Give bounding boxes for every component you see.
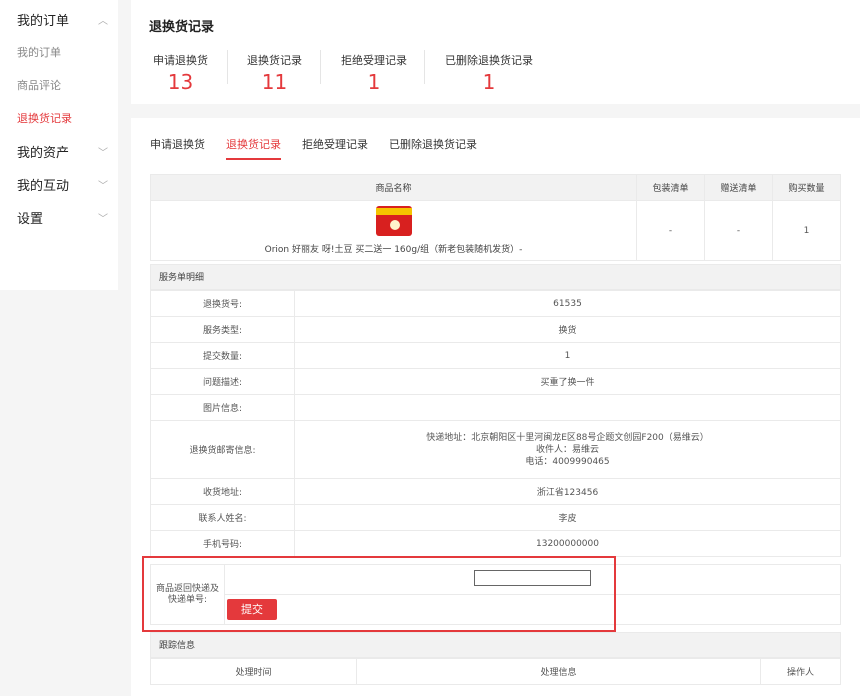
table-row: 问题描述: 买重了换一件 (150, 368, 841, 395)
nav-group-label: 设置 (17, 212, 44, 227)
detail-value (294, 394, 841, 421)
table-row: 退换货号: 61535 (150, 290, 841, 317)
detail-key: 提交数量: (150, 342, 295, 369)
packing-cell: - (636, 200, 705, 261)
stat-label: 申请退换货 (153, 54, 208, 67)
detail-value: 李皮 (294, 504, 841, 531)
detail-key: 服务类型: (150, 316, 295, 343)
mail-address: 快递地址：北京朝阳区十里河闽龙E区88号企题文创园F200（易维云） (426, 432, 709, 443)
chevron-up-icon: ︿ (98, 16, 108, 27)
table-row: 联系人姓名: 李皮 (150, 504, 841, 531)
detail-value: 浙江省123456 (294, 478, 841, 505)
stat-rejected-records[interactable]: 拒绝受理记录 1 (341, 52, 407, 94)
table-row: 服务类型: 换货 (150, 316, 841, 343)
tab-return-records[interactable]: 退换货记录 (226, 136, 281, 160)
chevron-down-icon: ﹀ (98, 148, 108, 159)
column-header: 包装清单 (636, 174, 705, 201)
stat-value: 1 (367, 70, 381, 94)
divider (320, 50, 321, 84)
detail-value: 61535 (294, 290, 841, 317)
column-header: 处理时间 (150, 658, 357, 685)
table-row: 提交数量: 1 (150, 342, 841, 369)
stat-return-records[interactable]: 退换货记录 11 (247, 52, 302, 94)
chevron-down-icon: ﹀ (98, 181, 108, 192)
detail-value: 买重了换一件 (294, 368, 841, 395)
detail-value: 1 (294, 342, 841, 369)
service-detail-table: 退换货号: 61535 服务类型: 换货 提交数量: 1 问题描述: 买重了换一… (150, 290, 841, 557)
stat-label: 已删除退换货记录 (445, 54, 533, 67)
mail-recipient: 收件人：易维云 (535, 444, 599, 455)
stat-value: 1 (482, 70, 496, 94)
detail-key: 问题描述: (150, 368, 295, 395)
nav-group-settings[interactable]: 设置 ﹀ (0, 201, 118, 234)
detail-key: 退换货邮寄信息: (150, 420, 295, 479)
detail-value: 13200000000 (294, 530, 841, 557)
stat-label: 拒绝受理记录 (341, 54, 407, 67)
column-header: 购买数量 (772, 174, 841, 201)
sidebar-item-reviews[interactable]: 商品评论 (0, 69, 118, 102)
nav-group-my-interactions[interactable]: 我的互动 ﹀ (0, 168, 118, 201)
stat-value: 11 (261, 70, 288, 94)
nav-group-label: 我的订单 (17, 14, 70, 29)
page-title: 退换货记录 (149, 20, 215, 35)
detail-key: 联系人姓名: (150, 504, 295, 531)
stat-label: 退换货记录 (247, 54, 302, 67)
detail-key: 手机号码: (150, 530, 295, 557)
stat-deleted-records[interactable]: 已删除退换货记录 1 (445, 52, 533, 94)
detail-key: 退换货号: (150, 290, 295, 317)
tracking-table: 处理时间 处理信息 操作人 (150, 658, 841, 685)
stats-panel: 退换货记录 申请退换货 13 退换货记录 11 拒绝受理记录 1 已删除退换货记… (131, 0, 860, 104)
detail-value: 换货 (294, 316, 841, 343)
tab-rejected-records[interactable]: 拒绝受理记录 (302, 136, 368, 160)
mail-info: 快递地址：北京朝阳区十里河闽龙E区88号企题文创园F200（易维云） 收件人：易… (294, 420, 841, 479)
stat-value: 13 (167, 70, 194, 94)
detail-key: 收货地址: (150, 478, 295, 505)
tab-bar: 申请退换货 退换货记录 拒绝受理记录 已删除退换货记录 (150, 136, 498, 160)
table-row: 退换货邮寄信息: 快递地址：北京朝阳区十里河闽龙E区88号企题文创园F200（易… (150, 420, 841, 479)
divider (424, 50, 425, 84)
highlight-box (142, 556, 616, 632)
nav-group-my-assets[interactable]: 我的资产 ﹀ (0, 135, 118, 168)
column-header: 赠送清单 (704, 174, 773, 201)
product-image[interactable] (375, 206, 412, 236)
chevron-down-icon: ﹀ (98, 214, 108, 225)
divider (227, 50, 228, 84)
sidebar-item-my-orders[interactable]: 我的订单 (0, 36, 118, 69)
column-header: 处理信息 (356, 658, 761, 685)
table-row: 手机号码: 13200000000 (150, 530, 841, 557)
sidebar: 我的订单 ︿ 我的订单 商品评论 退换货记录 我的资产 ﹀ 我的互动 ﹀ 设置 … (0, 0, 118, 290)
detail-key: 图片信息: (150, 394, 295, 421)
service-detail-header: 服务单明细 (150, 264, 841, 290)
product-cell: Orion 好丽友 呀!土豆 买二送一 160g/组（新老包装随机发货）- (150, 200, 637, 261)
mail-phone: 电话：4009990465 (525, 456, 610, 467)
tab-deleted-records[interactable]: 已删除退换货记录 (389, 136, 477, 160)
nav-group-label: 我的资产 (17, 146, 70, 161)
quantity-cell: 1 (772, 200, 841, 261)
gift-cell: - (704, 200, 773, 261)
nav-group-my-orders[interactable]: 我的订单 ︿ (0, 3, 118, 36)
product-name[interactable]: Orion 好丽友 呀!土豆 买二送一 160g/组（新老包装随机发货）- (151, 242, 636, 255)
column-header: 操作人 (760, 658, 841, 685)
table-row: 图片信息: (150, 394, 841, 421)
tab-apply-returns[interactable]: 申请退换货 (150, 136, 205, 160)
nav-group-label: 我的互动 (17, 179, 70, 194)
table-row: 收货地址: 浙江省123456 (150, 478, 841, 505)
stat-apply-returns[interactable]: 申请退换货 13 (153, 52, 208, 94)
column-header: 商品名称 (150, 174, 637, 201)
sidebar-item-returns[interactable]: 退换货记录 (0, 102, 118, 135)
product-table: 商品名称 包装清单 赠送清单 购买数量 Orion 好丽友 呀!土豆 买二送一 … (150, 174, 841, 261)
tracking-header: 跟踪信息 (150, 632, 841, 658)
table-row: Orion 好丽友 呀!土豆 买二送一 160g/组（新老包装随机发货）- - … (150, 200, 841, 261)
